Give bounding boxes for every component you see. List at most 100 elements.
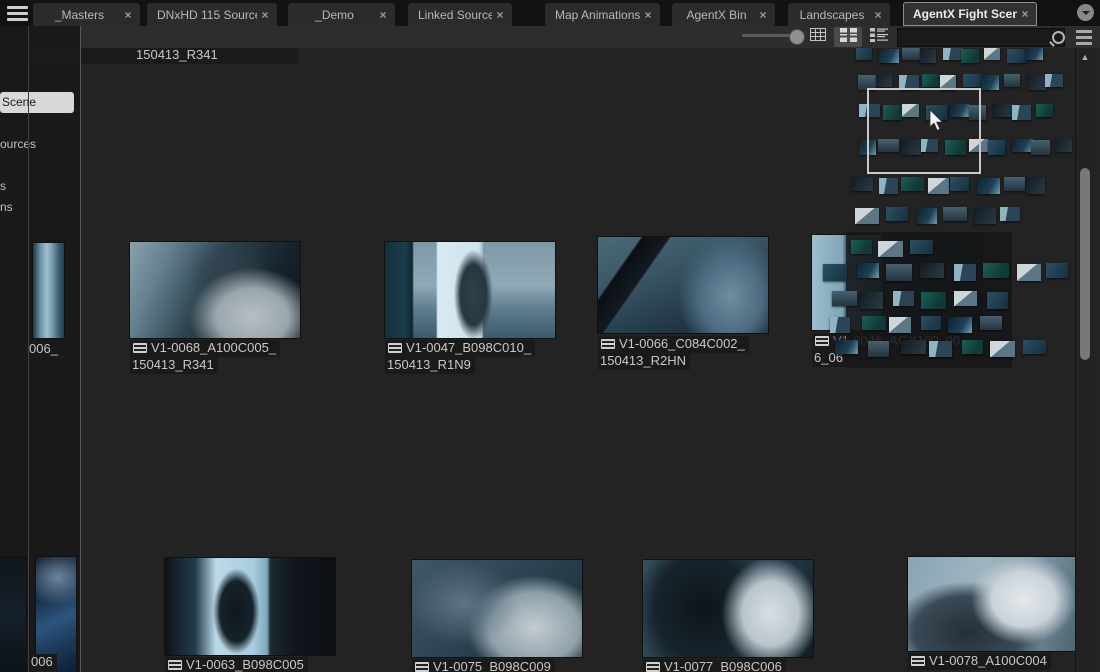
tab-agentx-fight-scene[interactable]: AgentX Fight Scene × (903, 2, 1037, 26)
minimap-tile[interactable] (1026, 178, 1045, 194)
tab-map-animations[interactable]: Map Animations × (545, 3, 660, 26)
minimap-tile[interactable] (948, 317, 972, 333)
minimap-tile[interactable] (1017, 264, 1041, 281)
close-icon[interactable]: × (640, 8, 656, 22)
clip-thumbnail[interactable] (0, 557, 26, 672)
minimap-tile[interactable] (879, 178, 898, 194)
thumbnail-size-slider-knob[interactable] (789, 29, 805, 45)
clip-thumbnail[interactable] (643, 560, 813, 657)
minimap-tile[interactable] (868, 341, 889, 357)
close-icon[interactable]: × (870, 8, 886, 22)
vertical-scrollbar[interactable]: ▲ (1075, 48, 1094, 672)
clip-thumbnail[interactable] (385, 242, 555, 338)
close-icon[interactable]: × (1017, 7, 1033, 21)
minimap-tile[interactable] (1031, 140, 1050, 155)
tab-demo[interactable]: _Demo × (288, 3, 395, 26)
minimap-tile[interactable] (832, 291, 857, 306)
clip-thumbnail[interactable] (908, 557, 1078, 651)
minimap-tile[interactable] (852, 177, 873, 191)
background-selected-bin[interactable]: Scene (0, 92, 74, 113)
minimap-tile[interactable] (922, 74, 940, 87)
close-icon[interactable]: × (120, 8, 136, 22)
minimap-tile[interactable] (981, 75, 999, 90)
bin-menu-icon[interactable] (1076, 30, 1092, 48)
close-icon[interactable]: × (375, 8, 391, 22)
minimap-tile[interactable] (876, 74, 892, 87)
minimap-tile[interactable] (990, 341, 1015, 357)
minimap-tile[interactable] (830, 317, 850, 333)
minimap-tile[interactable] (878, 241, 903, 257)
minimap-tile[interactable] (929, 341, 952, 357)
minimap-tile[interactable] (1046, 263, 1068, 278)
minimap-tile[interactable] (974, 208, 996, 224)
window-menu-icon[interactable] (7, 6, 28, 20)
close-icon[interactable]: × (257, 8, 273, 22)
minimap-tile[interactable] (943, 48, 963, 60)
minimap-tile[interactable] (950, 177, 969, 191)
minimap-tile[interactable] (980, 316, 1002, 330)
background-bin-item[interactable]: ources (0, 137, 70, 151)
minimap-tile[interactable] (921, 292, 946, 309)
minimap-tile[interactable] (893, 291, 914, 306)
minimap-tile[interactable] (860, 292, 883, 309)
minimap-tile[interactable] (1045, 74, 1063, 87)
minimap-tile[interactable] (889, 317, 911, 333)
minimap-tile[interactable] (954, 264, 976, 281)
minimap-tile[interactable] (1004, 74, 1020, 87)
close-icon[interactable]: × (492, 8, 508, 22)
clip-thumbnail[interactable] (412, 560, 582, 657)
minimap-tile[interactable] (910, 240, 933, 254)
minimap-tile[interactable] (1012, 139, 1033, 152)
minimap-tile[interactable] (1012, 105, 1031, 120)
minimap-tile[interactable] (920, 49, 936, 63)
clip-thumbnail[interactable] (598, 237, 768, 333)
minimap-tile[interactable] (962, 340, 983, 354)
clip-thumbnail[interactable] (130, 242, 300, 338)
minimap-tile[interactable] (917, 208, 937, 224)
minimap-tile[interactable] (857, 263, 879, 278)
minimap-tile[interactable] (1000, 207, 1020, 221)
minimap-tile[interactable] (856, 48, 872, 60)
tab-overflow-button[interactable] (1077, 4, 1094, 21)
minimap-tile[interactable] (954, 291, 977, 306)
minimap-tile[interactable] (879, 49, 899, 63)
minimap-tile[interactable] (1025, 48, 1043, 60)
minimap-tile[interactable] (977, 178, 1000, 194)
minimap-tile[interactable] (851, 240, 872, 254)
clip-thumbnail[interactable] (165, 558, 335, 655)
minimap-tile[interactable] (920, 263, 944, 278)
minimap-tile[interactable] (901, 177, 924, 191)
minimap-tile[interactable] (886, 264, 912, 281)
minimap-tile[interactable] (835, 340, 858, 354)
background-bin-item[interactable]: s (0, 179, 70, 193)
minimap-tile[interactable] (988, 140, 1005, 155)
tab-linked-sources[interactable]: Linked Sources × (408, 3, 512, 26)
frame-view-button[interactable] (834, 27, 862, 47)
minimap-tile[interactable] (928, 178, 949, 194)
minimap-tile[interactable] (1023, 340, 1046, 354)
background-bin-item[interactable]: ns (0, 200, 70, 214)
minimap-tile[interactable] (1036, 104, 1053, 117)
minimap-tile[interactable] (921, 316, 941, 330)
minimap-tile[interactable] (1004, 177, 1025, 191)
minimap-tile[interactable] (1027, 75, 1047, 90)
minimap-tile[interactable] (886, 207, 908, 221)
minimap-tile[interactable] (961, 49, 979, 63)
minimap-tile[interactable] (984, 48, 1000, 60)
tab-dnxhd-115-sources[interactable]: DNxHD 115 Sources × (147, 3, 277, 26)
minimap-tile[interactable] (855, 208, 879, 224)
clip-thumbnail[interactable] (33, 243, 64, 338)
minimap-tile[interactable] (963, 74, 983, 87)
tab-masters[interactable]: _Masters × (33, 3, 140, 26)
close-icon[interactable]: × (755, 8, 771, 22)
minimap-tile[interactable] (1055, 139, 1072, 152)
tab-landscapes[interactable]: Landscapes × (788, 3, 890, 26)
minimap-tile[interactable] (993, 104, 1014, 117)
tab-agentx-bin[interactable]: AgentX Bin × (672, 3, 775, 26)
minimap-tile[interactable] (901, 340, 926, 354)
minimap-tile[interactable] (823, 264, 847, 281)
script-view-button[interactable] (866, 27, 892, 47)
scrollbar-thumb[interactable] (1080, 168, 1090, 360)
minimap-tile[interactable] (862, 316, 886, 330)
scroll-up-arrow-icon[interactable]: ▲ (1076, 52, 1094, 62)
